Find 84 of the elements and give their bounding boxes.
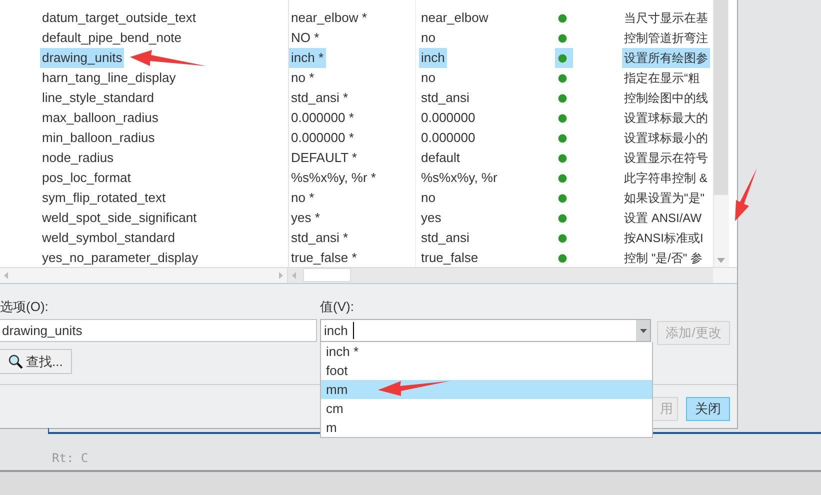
status-dot-icon [558, 174, 567, 183]
value-label: 值(V): [320, 298, 354, 316]
status-dot-icon [558, 94, 567, 103]
status-dot-icon [558, 214, 567, 223]
option-value: %s%x%y, %r * [290, 169, 377, 187]
option-value: std_ansi * [290, 89, 350, 107]
option-name: yes_no_parameter_display [41, 249, 200, 267]
close-button[interactable]: 关闭 [686, 397, 730, 421]
default-value: yes [420, 209, 442, 227]
option-value: std_ansi * [290, 229, 350, 247]
dropdown-option[interactable]: foot [321, 361, 652, 380]
option-name: weld_symbol_standard [41, 229, 176, 247]
default-value: 0.000000 [420, 109, 476, 127]
status-dot-icon [558, 254, 567, 263]
status-dot-icon [558, 114, 567, 123]
default-value: inch [419, 48, 447, 68]
annotation-arrow [378, 381, 450, 396]
status-text: Rt: C [52, 451, 88, 465]
status-dot-icon [558, 194, 567, 203]
scroll-down-icon[interactable] [717, 258, 725, 263]
scrollbar-thumb[interactable] [303, 268, 351, 282]
option-name: node_radius [41, 149, 115, 167]
default-value: 0.000000 [420, 129, 476, 147]
option-name: weld_spot_side_significant [41, 209, 198, 227]
status-dot-icon [558, 34, 567, 43]
option-description: 设置球标最小的 [623, 130, 709, 147]
horizontal-scrollbar[interactable] [288, 268, 713, 283]
option-value: NO * [290, 29, 320, 47]
option-description: 指定在显示“粗 [623, 70, 701, 87]
option-name: default_pipe_bend_note [41, 29, 183, 47]
option-name: line_style_standard [41, 89, 156, 107]
option-name: datum_target_outside_text [41, 9, 197, 27]
default-value: near_elbow [420, 9, 490, 27]
dropdown-option[interactable]: m [321, 418, 652, 437]
option-value: no * [290, 69, 316, 87]
option-value: no * [290, 189, 316, 207]
status-dot-icon [558, 14, 567, 23]
vertical-scrollbar[interactable] [713, 0, 729, 267]
status-dot-icon [558, 234, 567, 243]
status-dot-icon [558, 134, 567, 143]
option-value: 0.000000 * [290, 129, 355, 147]
annotation-arrow [735, 168, 757, 221]
caret-icon [640, 328, 646, 332]
dropdown-option[interactable]: inch * [321, 342, 652, 361]
option-description: 控制管道折弯注 [623, 30, 709, 47]
option-description: 当尺寸显示在基 [623, 10, 709, 27]
option-name: sym_flip_rotated_text [41, 189, 167, 207]
option-value: yes * [290, 209, 321, 227]
option-description: 设置 ANSI/AW [623, 210, 703, 227]
option-name: min_balloon_radius [41, 129, 156, 147]
find-button[interactable]: 查找... [0, 349, 72, 374]
option-value: DEFAULT * [290, 149, 358, 167]
dropdown-option[interactable]: mm [321, 380, 652, 399]
option-description: 设置球标最大的 [623, 110, 709, 127]
magnifier-icon [8, 354, 23, 369]
default-value: std_ansi [420, 229, 470, 247]
option-name: drawing_units [40, 48, 124, 68]
status-dot-icon [558, 54, 567, 63]
option-label: 选项(O): [0, 298, 48, 316]
option-value: true_false * [290, 249, 358, 267]
default-value: true_false [420, 249, 480, 267]
default-value: no [420, 29, 436, 47]
option-description: 设置显示在符号 [623, 150, 709, 167]
default-value: std_ansi [420, 89, 470, 107]
option-name: pos_loc_format [41, 169, 132, 187]
status-dot-icon [558, 154, 567, 163]
value-combo-field[interactable]: inch [320, 319, 651, 342]
option-value: 0.000000 * [290, 109, 355, 127]
default-value: default [420, 149, 462, 167]
option-value: inch * [289, 48, 326, 68]
default-value: %s%x%y, %r [420, 169, 498, 187]
option-name: max_balloon_radius [41, 109, 160, 127]
option-name: harn_tang_line_display [41, 69, 177, 87]
option-description: 按ANSI标准或I [623, 230, 704, 247]
option-description: 此字符串控制 & [623, 170, 708, 187]
option-input-field[interactable]: drawing_units [0, 319, 317, 342]
option-value: near_elbow * [290, 9, 368, 27]
option-description: 如果设置为"是" [623, 190, 706, 207]
default-value: no [420, 69, 436, 87]
option-description: 控制 "是/否" 参 [623, 250, 704, 267]
option-description: 设置所有绘图参 [622, 48, 710, 68]
option-description: 控制绘图中的线 [623, 90, 709, 107]
status-dot-icon [558, 74, 567, 83]
default-value: no [420, 189, 436, 207]
